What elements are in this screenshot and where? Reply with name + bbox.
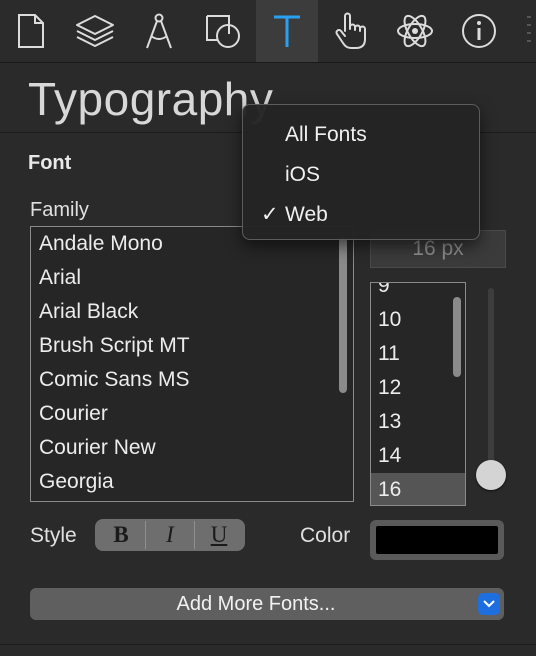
toolbar-overflow-handle[interactable]: [522, 14, 536, 48]
list-item[interactable]: Georgia: [31, 465, 353, 499]
layers-icon: [76, 15, 114, 47]
size-item[interactable]: 10: [371, 303, 465, 337]
panel-title: Typography: [28, 73, 274, 125]
text-icon: [274, 15, 300, 47]
info-icon: [462, 14, 496, 48]
font-section-title: Font: [28, 152, 72, 174]
interaction-button[interactable]: [320, 0, 382, 62]
family-label: Family: [30, 199, 89, 221]
shapes-icon: [206, 15, 240, 48]
list-item[interactable]: Brush Script MT: [31, 329, 353, 363]
color-label: Color: [300, 524, 351, 547]
list-item[interactable]: Comic Sans MS: [31, 363, 353, 397]
style-label: Style: [30, 524, 77, 547]
underline-button[interactable]: U: [194, 521, 243, 549]
add-more-fonts-label: Add More Fonts...: [176, 593, 336, 615]
size-item[interactable]: 12: [371, 371, 465, 405]
layers-button[interactable]: [64, 0, 126, 62]
font-family-list[interactable]: Andale Mono Arial Arial Black Brush Scri…: [30, 226, 354, 502]
compass-icon: [146, 13, 172, 49]
color-swatch: [376, 526, 498, 554]
document-button[interactable]: [0, 0, 62, 62]
toolbar: [0, 0, 536, 63]
chevron-down-icon: [478, 593, 500, 615]
shapes-button[interactable]: [192, 0, 254, 62]
bottom-divider: [0, 644, 536, 645]
atom-icon: [397, 14, 433, 48]
size-item[interactable]: 11: [371, 337, 465, 371]
size-list-scrollbar[interactable]: [453, 297, 461, 377]
bold-button[interactable]: B: [97, 521, 145, 549]
compass-button[interactable]: [128, 0, 190, 62]
menu-item-all-fonts[interactable]: All Fonts: [243, 115, 479, 155]
style-segmented-control: B I U: [95, 519, 245, 551]
font-size-slider-knob[interactable]: [476, 460, 506, 490]
family-list-scrollbar[interactable]: [339, 237, 347, 393]
hand-pointer-icon: [335, 12, 366, 49]
font-size-list[interactable]: 9 10 11 12 13 14 16: [370, 282, 466, 506]
italic-button[interactable]: I: [145, 521, 194, 549]
menu-item-label: Web: [285, 203, 328, 226]
font-size-slider-track[interactable]: [488, 288, 494, 478]
font-source-menu: All Fonts iOS ✓ Web: [242, 104, 480, 240]
list-item[interactable]: Arial: [31, 261, 353, 295]
list-item[interactable]: Courier: [31, 397, 353, 431]
size-item[interactable]: 14: [371, 439, 465, 473]
color-well[interactable]: [370, 520, 504, 560]
size-item-selected[interactable]: 16: [371, 473, 465, 505]
menu-item-web[interactable]: ✓ Web: [243, 195, 479, 235]
menu-item-label: All Fonts: [285, 123, 367, 146]
document-icon: [18, 14, 44, 48]
checkmark-icon: ✓: [261, 203, 279, 226]
info-button[interactable]: [448, 0, 510, 62]
typography-button[interactable]: [256, 0, 318, 62]
size-item[interactable]: 13: [371, 405, 465, 439]
list-item[interactable]: Courier New: [31, 431, 353, 465]
list-item[interactable]: Arial Black: [31, 295, 353, 329]
menu-item-ios[interactable]: iOS: [243, 155, 479, 195]
add-more-fonts-button[interactable]: Add More Fonts...: [30, 588, 504, 620]
menu-item-label: iOS: [285, 163, 321, 186]
atom-button[interactable]: [384, 0, 446, 62]
size-item[interactable]: 9: [371, 283, 465, 303]
